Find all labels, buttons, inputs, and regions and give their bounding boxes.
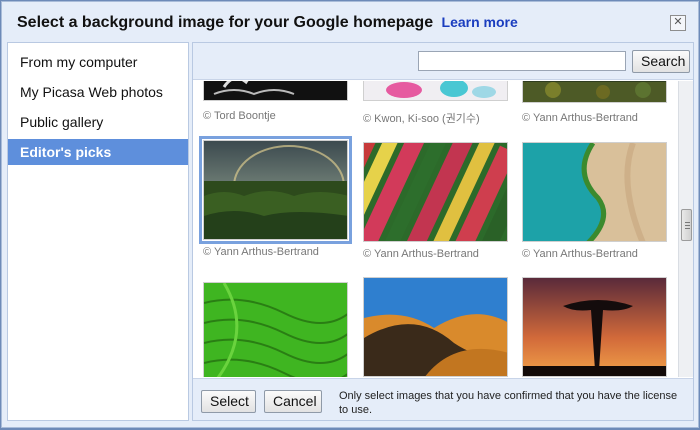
dialog-title-bar: Select a background image for your Googl… bbox=[2, 2, 698, 42]
source-sidebar: From my computer My Picasa Web photos Pu… bbox=[7, 42, 189, 421]
sidebar-item-editors-picks[interactable]: Editor's picks bbox=[8, 139, 188, 165]
sidebar-item-from-my-computer[interactable]: From my computer bbox=[8, 49, 188, 75]
select-button[interactable]: Select bbox=[201, 390, 256, 413]
thumb-image bbox=[204, 141, 347, 239]
gallery-thumb-green-terraces[interactable] bbox=[203, 282, 348, 377]
dialog-title: Select a background image for your Googl… bbox=[17, 14, 434, 31]
license-note: Only select images that you have confirm… bbox=[339, 390, 678, 416]
thumb-image bbox=[364, 143, 507, 241]
gallery-thumb-tulip-fields[interactable] bbox=[363, 142, 508, 242]
dialog-footer: Select Cancel Only select images that yo… bbox=[193, 378, 693, 420]
gallery-thumb-desert-dunes[interactable] bbox=[363, 277, 508, 377]
close-icon[interactable]: ✕ bbox=[670, 15, 686, 31]
image-credit: © Kwon, Ki-soo (권기수) bbox=[363, 113, 480, 125]
thumb-image bbox=[364, 81, 507, 100]
thumb-image bbox=[523, 278, 666, 376]
dialog-title-wrap: Select a background image for your Googl… bbox=[17, 14, 518, 32]
search-bar: Search bbox=[193, 43, 693, 80]
gallery-thumb-rainbow-forest[interactable] bbox=[199, 136, 352, 244]
gallery-thumb-lagoon-coast[interactable] bbox=[522, 142, 667, 242]
image-credit: © Yann Arthus-Bertrand bbox=[203, 246, 319, 258]
thumb-image bbox=[204, 283, 347, 377]
search-input[interactable] bbox=[418, 51, 626, 71]
image-credit: © Tord Boontje bbox=[203, 110, 276, 122]
thumb-image bbox=[523, 143, 666, 241]
gallery-thumb-acacia-sunset[interactable] bbox=[522, 277, 667, 377]
gallery-thumb-yann-forest[interactable] bbox=[522, 81, 667, 103]
image-credit: © Yann Arthus-Bertrand bbox=[363, 248, 479, 260]
gallery-thumb-tord-boontje[interactable] bbox=[203, 81, 348, 101]
gallery-thumb-kwon-ki-soo[interactable] bbox=[363, 81, 508, 101]
gallery-scrollbar[interactable] bbox=[678, 81, 693, 377]
scrollbar-thumb[interactable] bbox=[681, 209, 692, 241]
thumb-image bbox=[523, 81, 666, 102]
thumb-image bbox=[204, 81, 347, 100]
sidebar-item-public-gallery[interactable]: Public gallery bbox=[8, 109, 188, 135]
image-credit: © Yann Arthus-Bertrand bbox=[522, 112, 638, 124]
grip-icon bbox=[685, 228, 690, 229]
thumb-image bbox=[364, 278, 507, 376]
search-button[interactable]: Search bbox=[632, 50, 690, 73]
learn-more-link[interactable]: Learn more bbox=[442, 14, 518, 30]
cancel-button[interactable]: Cancel bbox=[264, 390, 322, 413]
gallery-panel: Search © Tord Boontje © Kwon, Ki-soo (권기… bbox=[192, 42, 694, 421]
background-picker-dialog: Select a background image for your Googl… bbox=[1, 1, 699, 428]
sidebar-item-picasa-web-photos[interactable]: My Picasa Web photos bbox=[8, 79, 188, 105]
grip-icon bbox=[685, 225, 690, 226]
image-grid[interactable]: © Tord Boontje © Kwon, Ki-soo (권기수) © Ya… bbox=[193, 81, 677, 377]
grip-icon bbox=[685, 222, 690, 223]
image-credit: © Yann Arthus-Bertrand bbox=[522, 248, 638, 260]
